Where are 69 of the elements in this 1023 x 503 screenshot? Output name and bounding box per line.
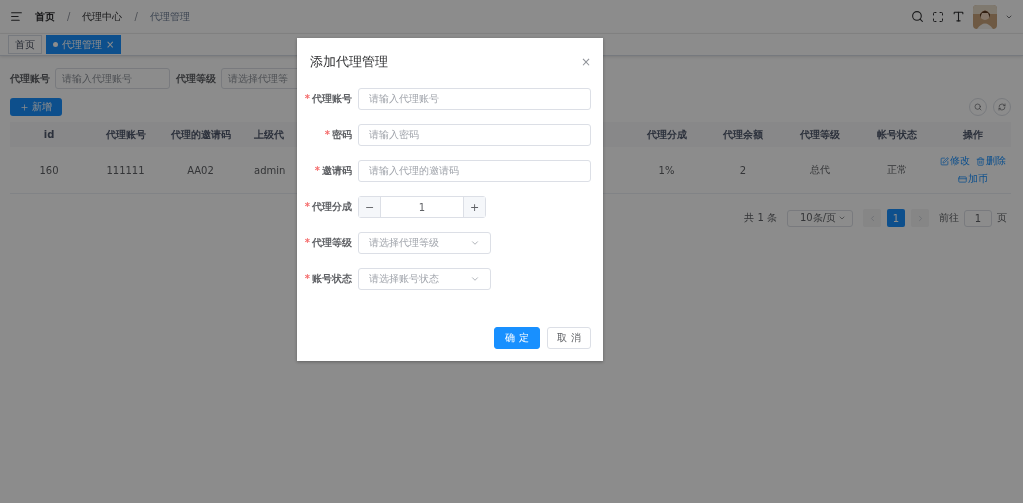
column-header: 代理余额 [705, 122, 781, 147]
card-icon [958, 174, 967, 184]
filter-label: 代理等级 [176, 71, 216, 86]
select-field[interactable]: 请选择账号状态 [358, 268, 491, 290]
column-header: 代理账号 [88, 122, 163, 147]
breadcrumb-item[interactable]: 代理中心 [82, 9, 123, 24]
table-cell: 111111 [88, 147, 163, 194]
refresh-icon [998, 103, 1006, 111]
total-count: 共 1 条 [744, 211, 777, 225]
table-cell: AA02 [163, 147, 238, 194]
action-link[interactable]: 加币 [958, 172, 988, 186]
breadcrumb-item[interactable]: 首页 [35, 9, 55, 24]
decrement-button[interactable]: − [359, 197, 381, 217]
table-cell: 160 [10, 147, 88, 194]
active-dot-icon [53, 42, 58, 47]
breadcrumb-separator: / [67, 11, 71, 22]
action-link[interactable]: 删除 [976, 154, 1006, 168]
breadcrumb-item: 代理管理 [149, 9, 190, 24]
increment-button[interactable]: + [463, 197, 485, 217]
action-link[interactable]: 修改 [940, 154, 970, 168]
search-icon[interactable] [911, 10, 924, 23]
field-label: * 账号状态 [303, 272, 353, 286]
table-cell: 1% [628, 147, 705, 194]
pencil-icon [940, 156, 949, 166]
input-field[interactable]: 请输入密码 [358, 124, 591, 146]
goto-field[interactable]: 1 [964, 209, 992, 227]
column-header: 上级代 [238, 122, 298, 147]
column-header: 代理等级 [781, 122, 859, 147]
chevron-down-icon [470, 238, 480, 248]
table-cell: 2 [705, 147, 781, 194]
menu-icon[interactable] [10, 10, 23, 23]
column-header: 代理的邀请码 [163, 122, 238, 147]
field-label: * 密码 [323, 128, 353, 142]
page-tab[interactable]: 首页 [8, 35, 42, 54]
input-field[interactable]: 请输入代理账号 [358, 88, 591, 110]
confirm-button[interactable]: 确 定 [494, 327, 540, 349]
trash-icon [976, 156, 985, 166]
tab-close-button[interactable]: × [106, 39, 115, 50]
table-cell: 正常 [859, 147, 935, 194]
column-header: 操作 [935, 122, 1011, 147]
number-stepper[interactable]: − 1 + [358, 196, 486, 218]
stepper-value: 1 [417, 200, 427, 215]
goto-suffix: 页 [997, 211, 1007, 225]
field-label: * 代理等级 [303, 236, 353, 250]
font-size-icon[interactable] [952, 10, 965, 23]
select-field[interactable]: 请选择代理等级 [358, 232, 491, 254]
page-size-select[interactable]: 10条/页 [787, 209, 853, 227]
field-label: * 代理账号 [303, 92, 353, 106]
fullscreen-icon[interactable] [932, 10, 944, 23]
column-header: 帐号状态 [859, 122, 935, 147]
field-label: * 代理分成 [303, 200, 353, 214]
goto-label: 前往 [939, 211, 959, 225]
column-header: id [10, 122, 88, 147]
filter-label: 代理账号 [10, 71, 50, 86]
input-field[interactable]: 请输入代理的邀请码 [358, 160, 591, 182]
search-icon [974, 103, 982, 111]
page-tab[interactable]: 代理管理 × [46, 35, 122, 54]
field-label: * 邀请码 [313, 164, 353, 178]
table-cell: 总代 [781, 147, 859, 194]
page-button[interactable]: 1 [887, 209, 905, 227]
cancel-button[interactable]: 取 消 [547, 327, 591, 349]
dialog-title: 添加代理管理 [310, 53, 388, 71]
column-header: 代理分成 [628, 122, 705, 147]
close-button[interactable]: × [580, 55, 591, 69]
breadcrumb-separator: / [134, 11, 138, 22]
chevron-down-icon [470, 274, 480, 284]
plus-icon [20, 102, 29, 112]
add-button[interactable]: 新增 [10, 98, 62, 116]
chevron-down-icon [838, 214, 846, 222]
